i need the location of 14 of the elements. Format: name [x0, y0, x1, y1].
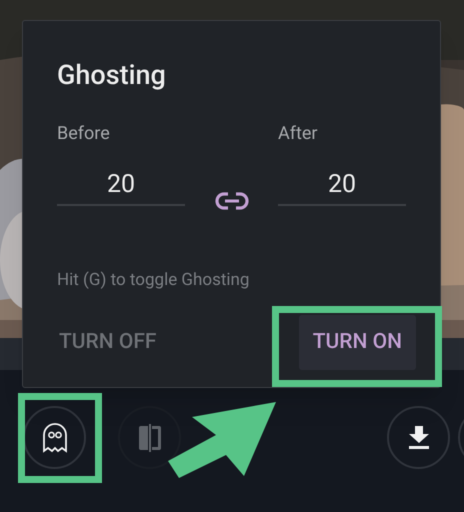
download-button[interactable] [387, 406, 450, 469]
compare-icon [136, 424, 162, 452]
arrow-icon [168, 402, 278, 478]
number-field[interactable]: 20 [278, 164, 406, 206]
popup-title: Ghosting [57, 58, 167, 93]
hint-text: Hit (G) to toggle Ghosting [57, 269, 250, 292]
ghost-button[interactable] [23, 406, 86, 469]
field-label: Before [57, 122, 111, 146]
turn-on-button[interactable]: TURN ON [298, 315, 416, 370]
field-label: After [278, 122, 319, 146]
number-field[interactable]: 20 [57, 164, 185, 206]
link-icon[interactable] [214, 192, 248, 210]
ghost-icon [42, 422, 68, 452]
download-icon [408, 426, 430, 450]
